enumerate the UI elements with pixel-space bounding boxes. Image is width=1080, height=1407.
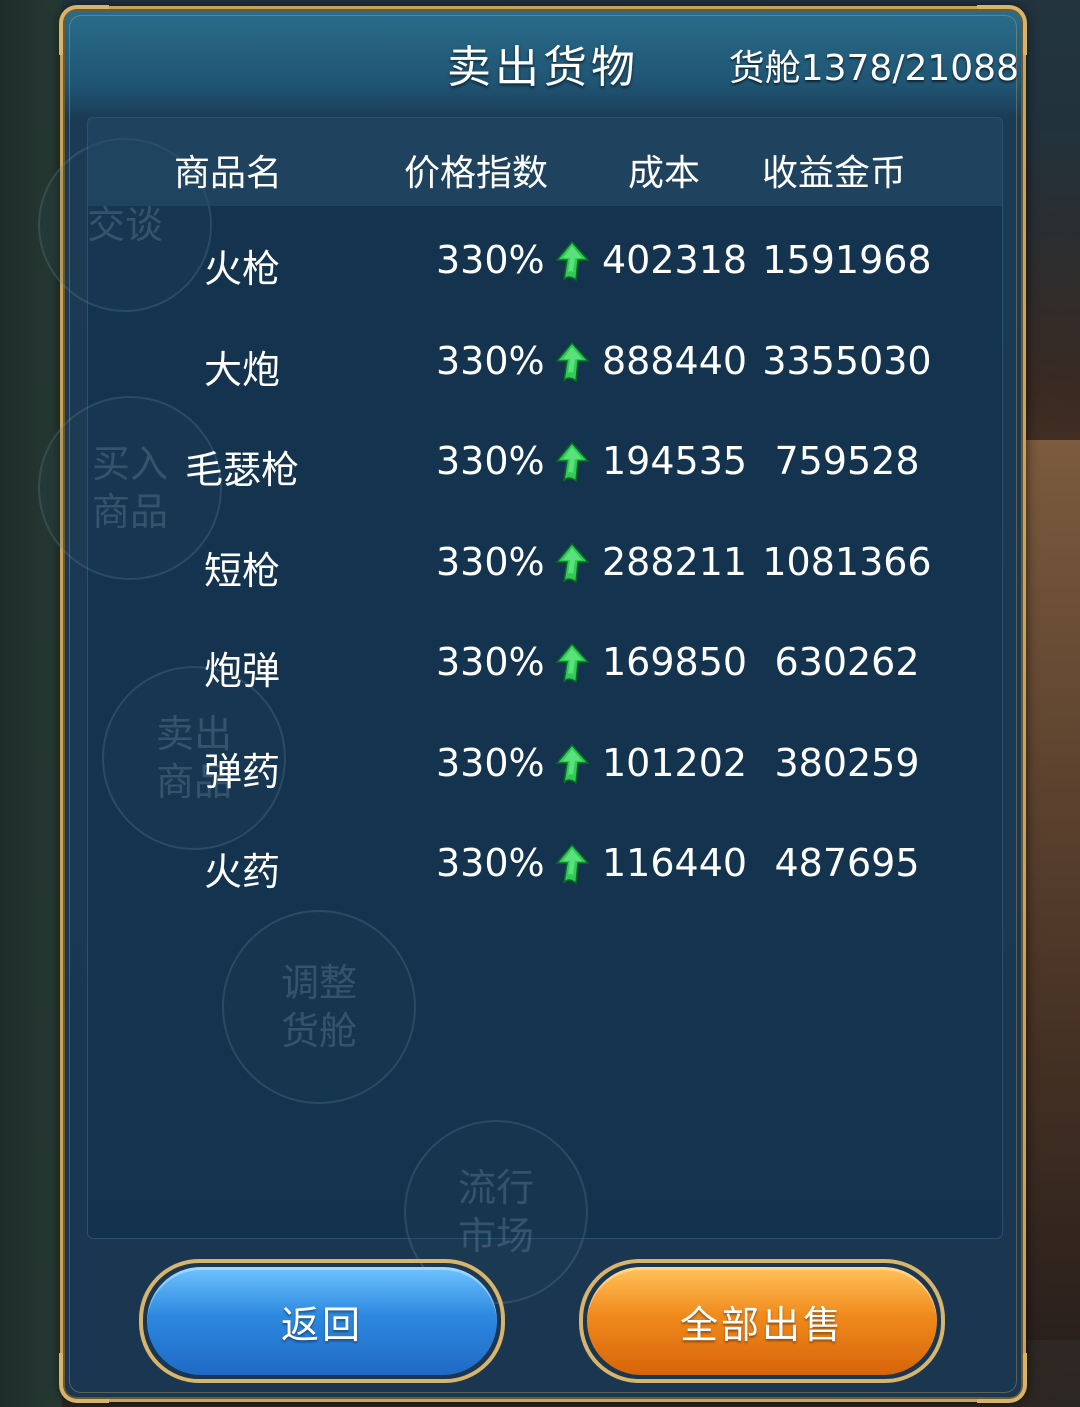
- cost-value: 169850: [602, 640, 748, 684]
- cargo-capacity: 货舱1378/21088: [729, 39, 1019, 91]
- cost-value: 194535: [602, 439, 748, 483]
- price-index-value: 330%: [436, 740, 545, 785]
- price-index-value: 330%: [436, 539, 545, 584]
- table-row: 短枪 330% 288211 1081366: [88, 520, 1002, 620]
- goods-name: 火枪: [203, 247, 280, 291]
- price-index-value: 330%: [436, 640, 545, 684]
- column-header-cost: 成本: [628, 153, 701, 194]
- gain-value: 1591968: [762, 238, 932, 282]
- background-menu-adjust-hold: 调整货舱: [222, 910, 416, 1104]
- gain-value: 759528: [774, 439, 920, 483]
- goods-name: 大炮: [203, 347, 280, 392]
- background-menu-label: 调整货舱: [280, 961, 357, 1053]
- table-row: 弹药 330% 101202 380259: [88, 721, 1002, 821]
- goods-table: 交谈 买入商品 卖出商品 调整货舱 流行市场 商品名 价格指数 成本 收益金币 …: [38, 117, 1003, 1304]
- gain-value: 630262: [774, 640, 920, 684]
- gain-value: 380259: [774, 740, 920, 785]
- column-header-name: 商品名: [174, 153, 283, 194]
- column-header-price-index: 价格指数: [404, 153, 549, 194]
- goods-name: 炮弹: [203, 649, 280, 693]
- sell-all-button[interactable]: 全部出售: [579, 1259, 945, 1383]
- trend-up-arrow-icon: [555, 441, 590, 483]
- goods-name: 弹药: [203, 749, 280, 794]
- sell-goods-panel: 卖出货物 货舱1378/21088 交谈 买入商品 卖出商品 调整货舱 流行市场…: [38, 5, 1027, 1403]
- table-row: 炮弹 330% 169850 630262: [88, 620, 1002, 720]
- cargo-value: 1378/21088: [800, 48, 1019, 89]
- gain-value: 1081366: [762, 539, 932, 584]
- price-index-value: 330%: [436, 439, 545, 483]
- goods-name: 短枪: [203, 548, 280, 593]
- price-index-value: 330%: [436, 841, 545, 885]
- trend-up-arrow-icon: [555, 642, 590, 684]
- trend-up-arrow-icon: [555, 843, 590, 885]
- table-row: 火枪 330% 402318 1591968: [88, 218, 1002, 318]
- frame-corner-ornament: [977, 1353, 1027, 1403]
- goods-name: 火药: [203, 850, 280, 894]
- back-button[interactable]: 返回: [139, 1259, 505, 1383]
- cost-value: 888440: [602, 338, 748, 383]
- table-row: 大炮 330% 888440 3355030: [88, 319, 1002, 419]
- cargo-label: 货舱: [728, 48, 801, 89]
- trend-up-arrow-icon: [555, 542, 590, 583]
- gain-value: 3355030: [762, 338, 932, 383]
- cost-value: 101202: [602, 740, 748, 785]
- table-header: 商品名 价格指数 成本 收益金币: [88, 118, 1002, 206]
- trend-up-arrow-icon: [555, 743, 590, 784]
- column-header-gain: 收益金币: [762, 153, 907, 194]
- trend-up-arrow-icon: [555, 240, 590, 282]
- goods-name: 毛瑟枪: [184, 448, 299, 492]
- table-row: 火药 330% 116440 487695: [88, 821, 1002, 921]
- price-index-value: 330%: [436, 338, 545, 383]
- cost-value: 402318: [602, 238, 748, 282]
- frame-corner-ornament: [59, 1353, 109, 1403]
- cost-value: 288211: [602, 539, 748, 584]
- trend-up-arrow-icon: [555, 341, 590, 382]
- gain-value: 487695: [774, 841, 920, 885]
- table-row: 毛瑟枪 330% 194535 759528: [88, 419, 1002, 519]
- price-index-value: 330%: [436, 238, 545, 282]
- cost-value: 116440: [602, 841, 748, 885]
- background-menu-label: 流行市场: [457, 1166, 534, 1258]
